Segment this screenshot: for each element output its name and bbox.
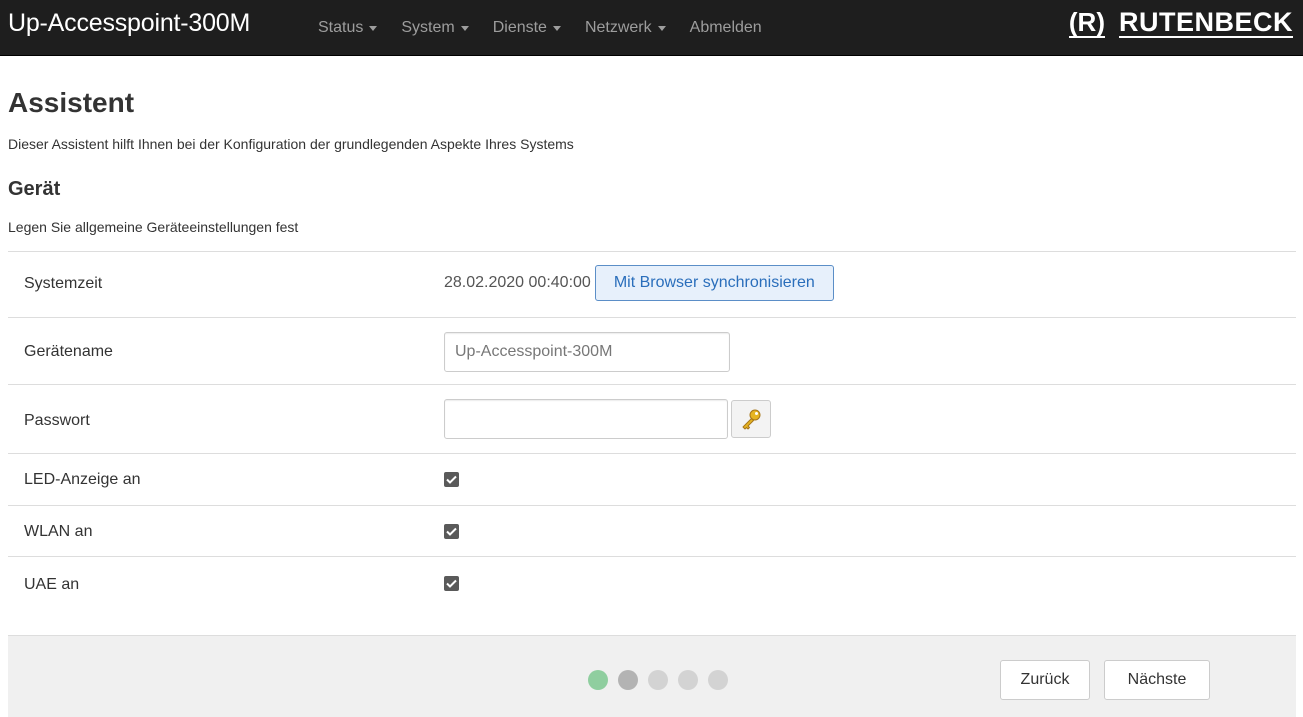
rutenbeck-logo: (R) RUTENBECK [1068,7,1293,38]
menu-status[interactable]: Status [318,19,378,37]
row-geraetename: Gerätename [8,317,1296,384]
chevron-down-icon [460,25,469,31]
menu-abmelden[interactable]: Abmelden [690,19,762,37]
top-navbar: Up-Accesspoint-300M Status System Dienst… [0,0,1303,56]
systemzeit-label: Systemzeit [24,275,103,292]
check-icon [446,527,457,536]
uae-content [444,576,459,591]
step-dot-2 [618,670,638,690]
section-title: Gerät [8,178,61,200]
wlan-content [444,524,459,539]
led-checkbox[interactable] [444,472,459,487]
menu-netzwerk-label: Netzwerk [584,19,652,36]
geraetename-content [444,332,730,372]
wizard-footer: Zurück Nächste [8,635,1296,717]
password-input[interactable] [444,399,728,439]
step-dot-3 [648,670,668,690]
menu-status-label: Status [318,19,364,36]
check-icon [446,475,457,484]
menu-abmelden-label: Abmelden [689,19,762,36]
menu-netzwerk[interactable]: Netzwerk [585,19,666,37]
main-menu: Status System Dienste Netzwerk Abmelden [318,0,786,56]
led-content [444,472,459,487]
reveal-password-button[interactable] [731,400,771,438]
step-dot-4 [678,670,698,690]
section-description: Legen Sie allgemeine Geräteeinstellungen… [8,219,299,235]
device-settings-form: Systemzeit 28.02.2020 00:40:00 Mit Brows… [8,251,1296,616]
menu-dienste[interactable]: Dienste [493,19,561,37]
systemzeit-value: 28.02.2020 00:40:00 [444,274,591,291]
page-description: Dieser Assistent hilft Ihnen bei der Kon… [8,136,574,152]
uae-label: UAE an [24,576,80,593]
sync-browser-button[interactable]: Mit Browser synchronisieren [594,265,834,301]
row-systemzeit: Systemzeit 28.02.2020 00:40:00 Mit Brows… [8,251,1296,317]
menu-system[interactable]: System [401,19,469,37]
passwort-content [444,399,771,439]
check-icon [446,579,457,588]
chevron-down-icon [369,25,378,31]
logo-text: RUTENBECK [1118,7,1293,38]
brand-title[interactable]: Up-Accesspoint-300M [8,9,250,38]
menu-system-label: System [401,19,455,36]
wlan-label: WLAN an [24,523,93,540]
step-dot-5 [708,670,728,690]
logo-mark: (R) [1068,7,1105,38]
row-passwort: Passwort [8,384,1296,453]
step-dot-1 [588,670,608,690]
passwort-label: Passwort [24,412,90,429]
key-icon [742,409,761,430]
page-title: Assistent [8,87,135,118]
next-button[interactable]: Nächste [1104,660,1210,700]
row-uae: UAE an [8,556,1296,616]
row-wlan: WLAN an [8,505,1296,556]
menu-dienste-label: Dienste [492,19,547,36]
row-led: LED-Anzeige an [8,453,1296,505]
geraetename-label: Gerätename [24,343,113,360]
chevron-down-icon [552,25,561,31]
led-label: LED-Anzeige an [24,471,141,488]
uae-checkbox[interactable] [444,576,459,591]
chevron-down-icon [657,25,666,31]
wlan-checkbox[interactable] [444,524,459,539]
systemzeit-content: 28.02.2020 00:40:00 Mit Browser synchron… [444,265,834,301]
step-indicator [588,670,738,690]
back-button[interactable]: Zurück [1000,660,1090,700]
geraetename-input[interactable] [444,332,730,372]
